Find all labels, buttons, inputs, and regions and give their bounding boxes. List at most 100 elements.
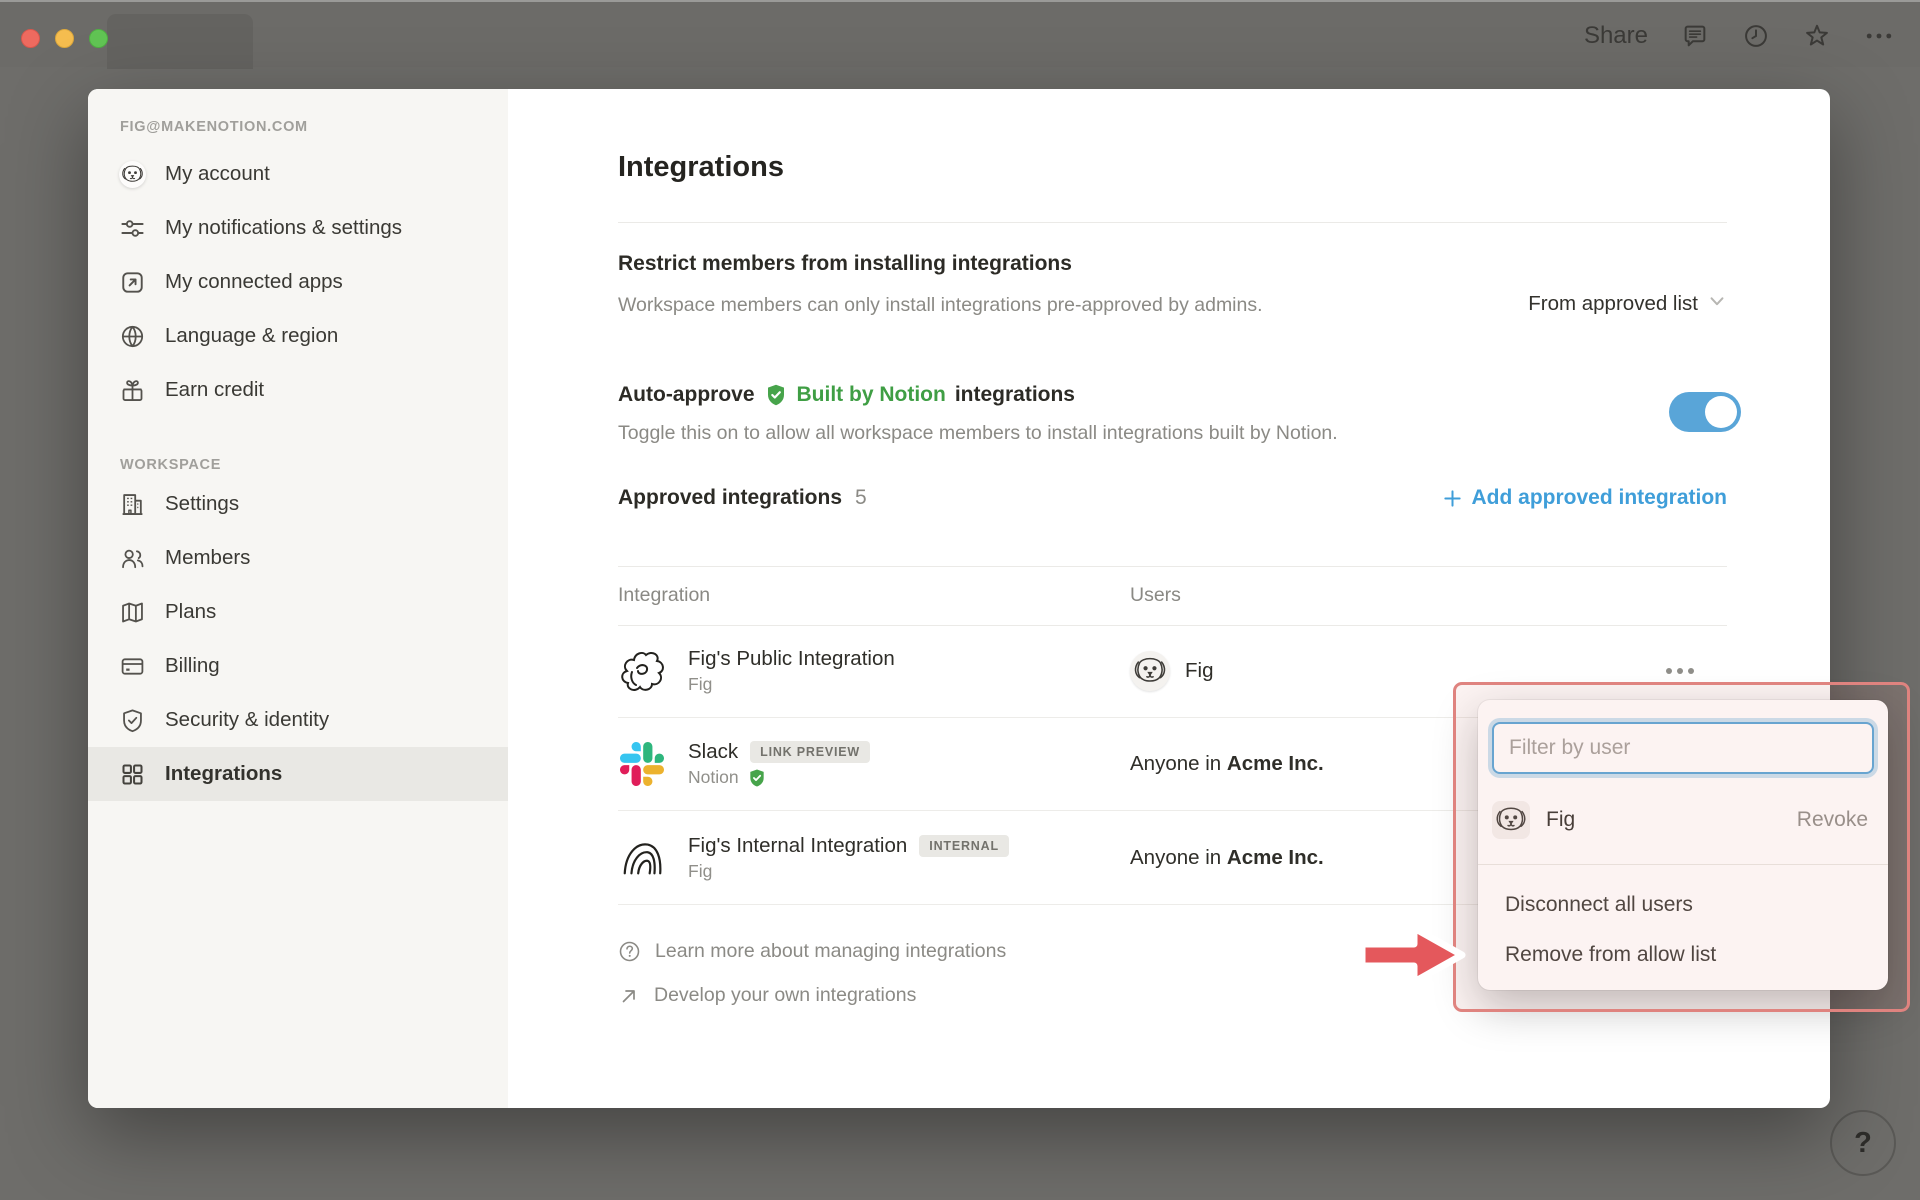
verified-shield-icon: [764, 383, 788, 407]
sidebar-item-members[interactable]: Members: [88, 531, 508, 585]
built-by-notion-label: Built by Notion: [796, 383, 946, 406]
sidebar-item-billing[interactable]: Billing: [88, 639, 508, 693]
sidebar-item-label: My connected apps: [165, 270, 343, 293]
building-icon: [119, 491, 146, 518]
approved-integrations-count: 5: [855, 486, 867, 509]
page-title: Integrations: [618, 151, 784, 183]
integration-name: Slack: [688, 740, 739, 763]
integration-owner: Fig: [688, 674, 713, 694]
user-name: Fig: [1185, 659, 1214, 682]
divider: [618, 566, 1727, 567]
add-approved-integration-label: Add approved integration: [1471, 486, 1727, 509]
integration-name: Fig's Internal Integration: [688, 834, 908, 857]
sidebar-item-label: Language & region: [165, 324, 339, 347]
user-avatar: [1130, 651, 1170, 691]
sidebar-item-label: Integrations: [165, 762, 283, 785]
sidebar-item-label: Settings: [165, 492, 240, 515]
comments-icon[interactable]: [1681, 22, 1709, 50]
sidebar-item-earn-credit[interactable]: Earn credit: [88, 363, 508, 417]
window-titlebar: Share: [0, 0, 1920, 69]
popup-user-row[interactable]: Fig Revoke: [1492, 794, 1874, 846]
user-avatar: [1492, 801, 1530, 839]
integration-owner: Notion: [688, 767, 739, 787]
approved-integrations-title: Approved integrations: [618, 486, 843, 509]
account-email-label: FIG@MAKENOTION.COM: [120, 119, 308, 135]
favorite-star-icon[interactable]: [1803, 22, 1831, 50]
filter-by-user-input[interactable]: [1492, 722, 1874, 774]
members-icon: [119, 545, 146, 572]
column-integration: Integration: [618, 584, 711, 606]
restrict-setting-description: Workspace members can only install integ…: [618, 294, 1263, 316]
integration-owner: Fig: [688, 861, 713, 881]
arcs-doodle-icon: [618, 834, 666, 882]
account-avatar: [119, 160, 146, 188]
share-button[interactable]: Share: [1584, 22, 1648, 50]
divider: [618, 222, 1727, 223]
map-icon: [119, 599, 146, 626]
settings-sidebar: FIG@MAKENOTION.COM My account My notific…: [88, 89, 508, 1108]
auto-approve-suffix: integrations: [954, 383, 1075, 406]
sidebar-item-label: Members: [165, 546, 251, 569]
external-link-box-icon: [119, 269, 146, 296]
minimize-window-button[interactable]: [55, 29, 74, 48]
workspace-section-heading: WORKSPACE: [120, 457, 222, 473]
chevron-down-icon: [1707, 291, 1727, 317]
divider: [1478, 864, 1888, 865]
popup-user-name: Fig: [1546, 808, 1576, 831]
row-actions-button[interactable]: [1660, 662, 1700, 680]
restrict-dropdown[interactable]: From approved list: [1528, 291, 1727, 317]
auto-approve-prefix: Auto-approve: [618, 383, 755, 406]
sidebar-item-settings[interactable]: Settings: [88, 477, 508, 531]
sidebar-item-language-region[interactable]: Language & region: [88, 309, 508, 363]
develop-integrations-label: Develop your own integrations: [654, 984, 917, 1006]
sidebar-item-my-account[interactable]: My account: [88, 147, 508, 201]
users-scope: Anyone in Acme Inc.: [1130, 846, 1324, 869]
more-options-icon[interactable]: [1864, 22, 1894, 50]
sidebar-item-label: Earn credit: [165, 378, 265, 401]
slack-logo-icon: [618, 740, 666, 788]
help-button[interactable]: ?: [1830, 1110, 1896, 1176]
shield-check-icon: [119, 707, 146, 734]
revoke-button[interactable]: Revoke: [1797, 808, 1868, 832]
develop-integrations-link[interactable]: Develop your own integrations: [618, 984, 916, 1007]
menu-item-remove-from-allow-list[interactable]: Remove from allow list: [1492, 930, 1874, 980]
users-scope: Anyone in Acme Inc.: [1130, 752, 1324, 775]
add-approved-integration-button[interactable]: Add approved integration: [1442, 486, 1727, 510]
link-preview-badge: LINK PREVIEW: [750, 741, 871, 763]
learn-more-label: Learn more about managing integrations: [655, 940, 1007, 962]
auto-approve-description: Toggle this on to allow all workspace me…: [618, 422, 1338, 444]
sidebar-item-integrations[interactable]: Integrations: [88, 747, 508, 801]
internal-badge: INTERNAL: [919, 835, 1009, 857]
learn-more-link[interactable]: Learn more about managing integrations: [618, 940, 1006, 963]
close-window-button[interactable]: [21, 29, 40, 48]
sidebar-item-connected-apps[interactable]: My connected apps: [88, 255, 508, 309]
updates-clock-icon[interactable]: [1742, 22, 1770, 50]
sliders-icon: [119, 215, 146, 242]
question-circle-icon: [618, 940, 641, 963]
plus-icon: [1442, 488, 1463, 509]
gift-icon: [119, 377, 146, 404]
sidebar-item-security-identity[interactable]: Security & identity: [88, 693, 508, 747]
browser-tab: [107, 14, 253, 69]
sidebar-item-notifications-settings[interactable]: My notifications & settings: [88, 201, 508, 255]
arrow-up-right-icon: [618, 985, 640, 1007]
sidebar-item-label: Plans: [165, 600, 217, 623]
menu-item-disconnect-all-users[interactable]: Disconnect all users: [1492, 880, 1874, 930]
sidebar-item-label: My notifications & settings: [165, 216, 402, 239]
verified-shield-icon: [747, 768, 767, 788]
sidebar-item-plans[interactable]: Plans: [88, 585, 508, 639]
restrict-setting-title: Restrict members from installing integra…: [618, 252, 1072, 275]
sidebar-item-label: My account: [165, 162, 270, 185]
auto-approve-toggle[interactable]: [1669, 392, 1741, 432]
grid-icon: [119, 761, 146, 788]
user-menu-popup: Fig Revoke Disconnect all users Remove f…: [1478, 700, 1888, 990]
sidebar-item-label: Security & identity: [165, 708, 330, 731]
restrict-dropdown-value: From approved list: [1528, 292, 1698, 315]
column-users: Users: [1130, 584, 1181, 606]
credit-card-icon: [119, 653, 146, 680]
integration-name: Fig's Public Integration: [688, 647, 895, 670]
toggle-knob: [1705, 396, 1737, 428]
zoom-window-button[interactable]: [89, 29, 108, 48]
scribble-doodle-icon: [618, 647, 666, 695]
globe-icon: [119, 323, 146, 350]
